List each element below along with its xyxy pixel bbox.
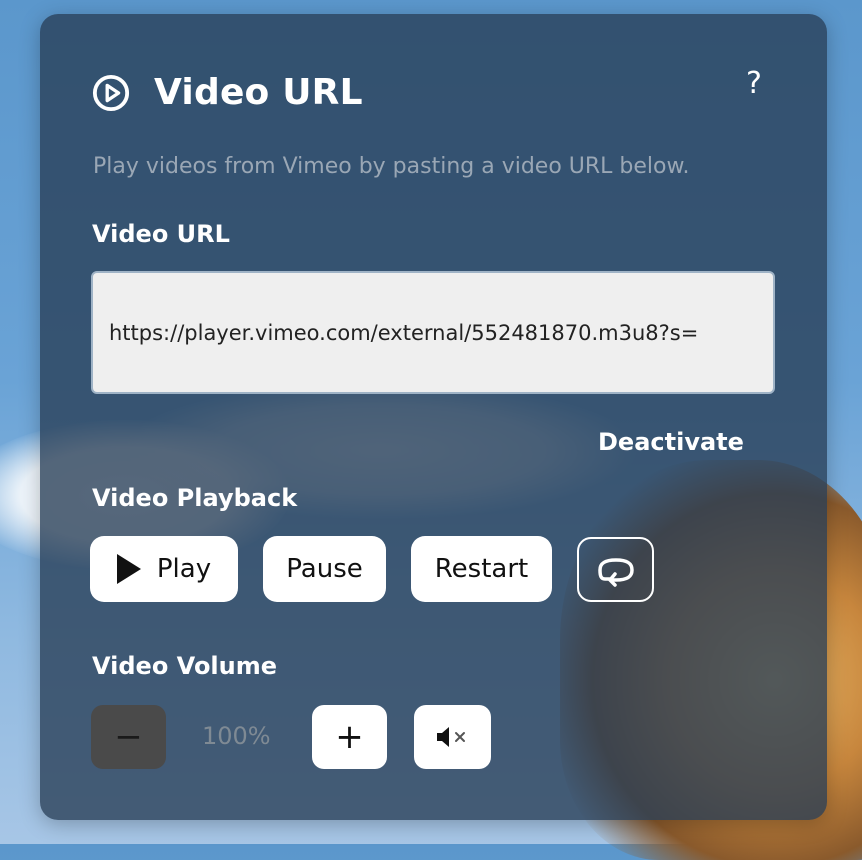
restart-button[interactable]: Restart <box>411 536 552 602</box>
mute-icon <box>436 727 465 747</box>
loop-icon <box>597 557 634 587</box>
pause-button[interactable]: Pause <box>263 536 386 602</box>
video-url-label: Video URL <box>92 220 230 248</box>
panel-title: Video URL <box>154 72 363 113</box>
video-playback-label: Video Playback <box>92 484 298 512</box>
panel-header: Video URL <box>92 72 363 113</box>
play-button-label: Play <box>156 554 212 584</box>
video-url-input[interactable]: https://player.vimeo.com/external/552481… <box>91 271 775 394</box>
play-icon <box>116 554 141 584</box>
volume-decrease-button: − <box>91 705 166 769</box>
panel-description: Play videos from Vimeo by pasting a vide… <box>93 154 690 179</box>
deactivate-button[interactable]: Deactivate <box>598 428 744 456</box>
video-url-value: https://player.vimeo.com/external/552481… <box>109 320 699 345</box>
minus-icon: − <box>114 717 143 757</box>
restart-button-label: Restart <box>434 554 529 584</box>
plus-icon: + <box>335 717 364 757</box>
volume-increase-button[interactable]: + <box>312 705 387 769</box>
volume-level: 100% <box>202 722 271 750</box>
video-url-panel: Video URL ? Play videos from Vimeo by pa… <box>40 14 827 820</box>
play-button[interactable]: Play <box>90 536 238 602</box>
play-circle-icon <box>92 74 130 111</box>
loop-button[interactable] <box>577 537 654 602</box>
mute-button[interactable] <box>414 705 491 769</box>
video-volume-label: Video Volume <box>92 652 278 680</box>
help-icon[interactable]: ? <box>746 66 762 101</box>
pause-button-label: Pause <box>286 554 363 584</box>
